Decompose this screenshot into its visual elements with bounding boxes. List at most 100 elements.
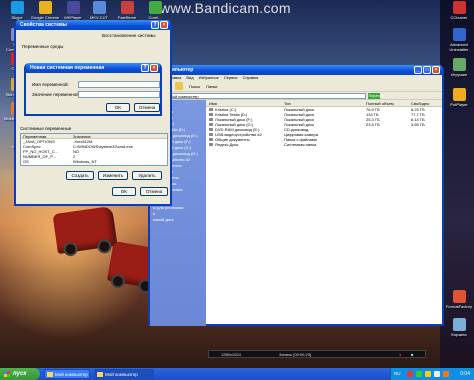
- app-icon: [452, 1, 466, 14]
- list-header: Имя Тип Полный объем Свободно: [206, 100, 442, 107]
- desktop-icon[interactable]: Игрушки: [444, 58, 474, 77]
- folders-pane-item[interactable]: ьчный диск: [153, 217, 203, 223]
- folders-button[interactable]: Папки: [206, 84, 217, 89]
- table-row[interactable]: OS Windows_NT: [21, 159, 167, 164]
- app-icon: [10, 1, 24, 14]
- col-total[interactable]: Полный объем: [366, 100, 394, 107]
- app-icon: [92, 1, 106, 14]
- taskbar-item-2[interactable]: Мой компьютер: [94, 369, 154, 379]
- cell-value: Windows_NT: [73, 159, 97, 164]
- record-icon[interactable]: ●: [399, 351, 401, 358]
- minimize-button[interactable]: _: [414, 66, 422, 74]
- start-label: пуск: [13, 371, 27, 377]
- sysprops-close-button[interactable]: ×: [160, 21, 168, 29]
- variable-name-input[interactable]: [78, 81, 160, 88]
- app-icon: [148, 1, 162, 14]
- folder-icon: [47, 372, 53, 377]
- tray-antivirus-icon[interactable]: [434, 371, 440, 377]
- variable-name-label: Имя переменной:: [32, 82, 69, 87]
- folder-icon: [97, 372, 103, 377]
- sysprops-titlebar[interactable]: Свойства системы ? ×: [16, 20, 170, 30]
- desktop-icon-label: Advanced Uninstaller: [449, 42, 469, 52]
- menu-help[interactable]: Справка: [243, 75, 259, 81]
- desktop-icon[interactable]: Corel...: [140, 1, 170, 20]
- wallpaper-dark-edge: [440, 0, 474, 368]
- tray-network-icon[interactable]: [416, 371, 422, 377]
- camera-icon[interactable]: ■: [411, 351, 413, 358]
- env-vars-heading: Переменные среды: [22, 44, 64, 49]
- windows-logo-icon: [4, 371, 10, 377]
- desktop-icon-label: PotPlayer: [450, 102, 468, 107]
- address-input[interactable]: Мой компьютер: [166, 92, 367, 99]
- app-icon: [452, 58, 466, 71]
- explorer-titlebar[interactable]: Мой компьютер _ □ ×: [150, 65, 442, 75]
- start-button[interactable]: пуск: [0, 368, 40, 380]
- sysprops-cancel-button[interactable]: Отмена: [140, 187, 168, 196]
- delete-button[interactable]: Удалить: [132, 171, 162, 180]
- new-variable-dialog[interactable]: Новая системная переменная ? × Имя переме…: [24, 63, 162, 116]
- cell-variable: OS: [23, 159, 29, 164]
- drive-icon: [209, 118, 213, 121]
- drive-icon: [209, 133, 213, 136]
- app-icon: [38, 1, 52, 14]
- go-button[interactable]: Переход: [368, 92, 384, 99]
- maximize-button[interactable]: □: [423, 66, 431, 74]
- app-icon: [452, 318, 466, 331]
- drive-icon: [209, 128, 213, 131]
- up-folder-icon[interactable]: [175, 82, 183, 90]
- close-button[interactable]: ×: [432, 66, 440, 74]
- edit-button[interactable]: Изменить: [98, 171, 128, 180]
- tray-app-icon[interactable]: [407, 371, 413, 377]
- tray-record-icon[interactable]: [443, 371, 449, 377]
- desktop-icon[interactable]: Advanced Uninstaller: [444, 28, 474, 52]
- explorer-window[interactable]: Мой компьютер _□× Файл Правка Вид Избран…: [148, 65, 444, 326]
- newvar-cancel-button[interactable]: Отмена: [134, 103, 160, 112]
- tray-volume-icon[interactable]: [425, 371, 431, 377]
- desktop-icon-label: Игрушки: [451, 72, 467, 77]
- search-button[interactable]: Поиск: [189, 84, 200, 89]
- sysprops-title: Свойства системы: [20, 22, 67, 28]
- clock: 0:04: [460, 371, 470, 377]
- list-item[interactable]: Яндекс.Диск Системная папка: [206, 142, 442, 147]
- desktop-icon[interactable]: MKV-CUT: [84, 1, 114, 20]
- taskbar-item-1[interactable]: Мой компьютер: [44, 369, 90, 379]
- col-name[interactable]: Имя: [209, 100, 217, 107]
- wallpaper-truck-1: [52, 206, 118, 258]
- newvar-help-button[interactable]: ?: [141, 64, 149, 72]
- variable-value-input[interactable]: [78, 91, 160, 98]
- bandicam-resolution: 1280x1024: [221, 352, 241, 357]
- newvar-close-button[interactable]: ×: [150, 64, 158, 72]
- desktop-icon[interactable]: PotPlayer: [444, 88, 474, 107]
- drive-icon: [209, 138, 213, 141]
- menu-view[interactable]: Вид: [186, 75, 193, 81]
- desktop-icon[interactable]: CCleaner: [444, 1, 474, 20]
- bandicam-watermark: www.Bandicam.com: [160, 0, 291, 16]
- col-free[interactable]: Свободно: [411, 100, 429, 107]
- app-icon: [452, 28, 466, 41]
- desktop-icon[interactable]: Skype: [2, 1, 32, 20]
- cell-name: Яндекс.Диск: [215, 142, 239, 147]
- explorer-toolbar: Поиск Папки: [150, 81, 442, 92]
- desktop-icon[interactable]: FormatFactory: [444, 290, 474, 309]
- tab-system-restore[interactable]: Восстановление системы: [102, 33, 156, 38]
- desktop-icon[interactable]: Google Chrome: [30, 1, 60, 20]
- newvar-title: Новая системная переменная: [30, 65, 105, 71]
- language-indicator[interactable]: RU: [394, 368, 401, 380]
- taskbar-item-label: Мой компьютер: [105, 372, 138, 377]
- create-button[interactable]: Создать: [66, 171, 94, 180]
- app-icon: [66, 1, 80, 14]
- help-button[interactable]: ?: [151, 21, 159, 29]
- taskbar-item-label: Мой компьютер: [55, 372, 88, 377]
- menu-tools[interactable]: Сервис: [224, 75, 238, 81]
- newvar-ok-button[interactable]: OK: [106, 103, 130, 112]
- drive-icon: [209, 143, 213, 146]
- system-vars-list[interactable]: Переменная Значение _JAVA_OPTIONS -Xmx512…: [20, 133, 168, 166]
- col-type[interactable]: Тип: [284, 100, 291, 107]
- desktop-icon[interactable]: Корзина: [444, 318, 474, 337]
- menu-favorites[interactable]: Избранное: [199, 75, 219, 81]
- system-tray: RU 0:04: [390, 368, 474, 380]
- drive-icon: [209, 108, 213, 111]
- newvar-titlebar[interactable]: Новая системная переменная ? ×: [26, 63, 160, 73]
- sysprops-ok-button[interactable]: OK: [112, 187, 136, 196]
- drive-icon: [209, 123, 213, 126]
